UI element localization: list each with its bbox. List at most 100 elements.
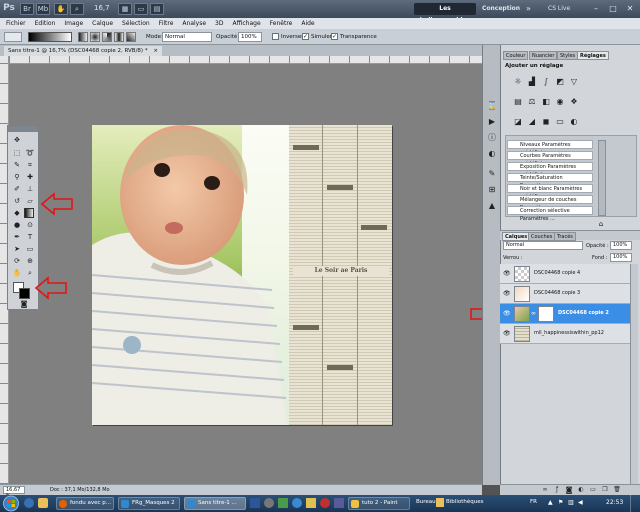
- network-icon[interactable]: ▥: [568, 499, 574, 506]
- tab-traces[interactable]: Tracés: [554, 232, 576, 241]
- history-panel-icon[interactable]: ⌛: [487, 101, 497, 111]
- show-hidden-icons[interactable]: ▲: [548, 499, 553, 506]
- menu-analyse[interactable]: Analyse: [182, 20, 206, 27]
- add-mask-icon[interactable]: ◙: [564, 485, 574, 495]
- inverser-checkbox[interactable]: [272, 33, 279, 40]
- blend-mode-select[interactable]: Normal: [503, 241, 583, 250]
- workspace-more-button[interactable]: »: [526, 3, 531, 15]
- task-masques[interactable]: FRg_Masques 2: [118, 497, 180, 510]
- dodge-tool-icon[interactable]: ⊙: [24, 220, 36, 230]
- gradient-type-icons[interactable]: [78, 32, 140, 42]
- layer-opacity-input[interactable]: 100%: [610, 241, 632, 250]
- 3d-camera-icon[interactable]: ⊕: [24, 256, 36, 266]
- menu-filtre[interactable]: Filtre: [159, 20, 174, 27]
- hand-icon[interactable]: ✋: [54, 3, 68, 15]
- levels-icon[interactable]: ▟: [527, 77, 537, 87]
- app-icon-3[interactable]: [292, 498, 302, 508]
- tab-couleur[interactable]: Couleur: [503, 51, 529, 60]
- tool-preset-picker[interactable]: [4, 32, 22, 42]
- tab-calques[interactable]: Calques: [502, 232, 531, 241]
- 3d-rotate-icon[interactable]: ⟳: [11, 256, 23, 266]
- background-color-swatch[interactable]: [19, 288, 30, 299]
- language-indicator[interactable]: FR: [530, 499, 537, 505]
- link-layers-icon[interactable]: ∞: [540, 485, 550, 495]
- history-brush-icon[interactable]: ↺: [11, 196, 23, 206]
- gradient-map-icon[interactable]: ▭: [555, 117, 565, 127]
- exposure-icon[interactable]: ◩: [555, 77, 565, 87]
- menu-edition[interactable]: Edition: [35, 20, 56, 27]
- app-icon-2[interactable]: [278, 498, 288, 508]
- type-tool-icon[interactable]: T: [24, 232, 36, 242]
- app-icon-5[interactable]: [320, 498, 330, 508]
- workspace-conception-button[interactable]: Conception: [482, 3, 520, 15]
- mode-select[interactable]: Normal: [162, 32, 212, 42]
- maximize-button[interactable]: □: [605, 2, 621, 15]
- layer-row-copie2-selected[interactable]: 👁 ∞ DSC04468 copie 2: [500, 304, 630, 324]
- tab-reglages[interactable]: Réglages: [577, 51, 609, 60]
- app-icon-4[interactable]: [306, 498, 316, 508]
- hue-saturation-icon[interactable]: ▤: [513, 97, 523, 107]
- gradient-picker[interactable]: [28, 32, 72, 42]
- layers-scrollbar[interactable]: [630, 264, 638, 484]
- clock[interactable]: 22:53: [606, 499, 623, 506]
- channel-mixer-icon[interactable]: ❖: [569, 97, 579, 107]
- menu-calque[interactable]: Calque: [92, 20, 113, 27]
- eyedropper-icon[interactable]: ⚲: [11, 172, 23, 182]
- actions-panel-icon[interactable]: ▶: [487, 117, 497, 127]
- flag-icon[interactable]: ⚑: [558, 499, 563, 506]
- zoom-icon[interactable]: ⌕: [70, 3, 84, 15]
- tab-styles[interactable]: Styles: [557, 51, 579, 60]
- menu-fichier[interactable]: Fichier: [6, 20, 26, 27]
- bridge-icon[interactable]: Br: [20, 3, 34, 15]
- simuler-checkbox[interactable]: ✓: [302, 33, 309, 40]
- minimize-button[interactable]: –: [588, 2, 604, 15]
- task-sans-titre[interactable]: Sans titre-1 ...: [184, 497, 246, 510]
- pen-tool-icon[interactable]: ✒: [11, 232, 23, 242]
- clone-panel-icon[interactable]: ⊞: [487, 185, 497, 195]
- menu-affichage[interactable]: Affichage: [232, 20, 260, 27]
- invert-icon[interactable]: ◪: [513, 117, 523, 127]
- layer-row-copie3[interactable]: 👁 DSC04468 copie 3: [500, 284, 630, 304]
- explorer-icon[interactable]: [38, 498, 48, 508]
- gradient-tool-icon[interactable]: [24, 208, 34, 218]
- arrange-icon[interactable]: ▤: [150, 3, 164, 15]
- menu-image[interactable]: Image: [64, 20, 83, 27]
- link-icon[interactable]: ∞: [531, 310, 536, 318]
- libraries-toolbar[interactable]: Bibliothèques: [446, 499, 483, 505]
- preset-courbes[interactable]: Courbes Paramètres prédéfinis: [507, 151, 593, 167]
- app-icon[interactable]: [264, 498, 274, 508]
- photo-filter-icon[interactable]: ◉: [555, 97, 565, 107]
- blur-tool-icon[interactable]: ●: [11, 220, 23, 230]
- menu-selection[interactable]: Sélection: [122, 20, 150, 27]
- cs-live-button[interactable]: CS Live: [548, 3, 570, 15]
- show-desktop-button[interactable]: [630, 495, 640, 512]
- quick-selection-icon[interactable]: ✎: [11, 160, 23, 170]
- tab-couches[interactable]: Couches: [528, 232, 556, 241]
- preset-correction-selective[interactable]: Correction sélective Paramètres ...: [507, 206, 593, 222]
- trash-icon[interactable]: 🗑: [612, 485, 622, 495]
- volume-icon[interactable]: ◀: [578, 499, 583, 506]
- preset-niveaux[interactable]: Niveaux Paramètres prédéfini: [507, 140, 593, 156]
- ie-icon[interactable]: [24, 498, 34, 508]
- document-tab[interactable]: Sans titre-1 @ 16,7% (DSC04468 copie 2, …: [4, 46, 162, 56]
- layer-style-icon[interactable]: ƒ: [552, 485, 562, 495]
- group-icon[interactable]: ▭: [588, 485, 598, 495]
- threshold-icon[interactable]: ◼: [541, 117, 551, 127]
- document-tab-close[interactable]: ×: [153, 48, 158, 54]
- app-icon-6[interactable]: [334, 498, 344, 508]
- paint-bucket-icon[interactable]: ◆: [11, 208, 23, 218]
- selective-color-icon[interactable]: ◐: [569, 117, 579, 127]
- eye-icon[interactable]: 👁: [503, 330, 511, 337]
- zoom-status-input[interactable]: 16,67 %: [3, 486, 25, 499]
- fill-input[interactable]: 100%: [610, 253, 632, 262]
- healing-brush-icon[interactable]: ✚: [24, 172, 36, 182]
- vibrance-icon[interactable]: ▽: [569, 77, 579, 87]
- crop-tool-icon[interactable]: ⌗: [24, 160, 36, 170]
- menu-3d[interactable]: 3D: [215, 20, 223, 27]
- new-layer-icon[interactable]: ❐: [600, 485, 610, 495]
- posterize-icon[interactable]: ◢: [527, 117, 537, 127]
- eraser-tool-icon[interactable]: ▱: [24, 196, 36, 206]
- task-firefox[interactable]: fondu avec p...: [56, 497, 114, 510]
- brightness-icon[interactable]: ☼: [513, 77, 523, 87]
- lasso-tool-icon[interactable]: ➰: [24, 148, 36, 158]
